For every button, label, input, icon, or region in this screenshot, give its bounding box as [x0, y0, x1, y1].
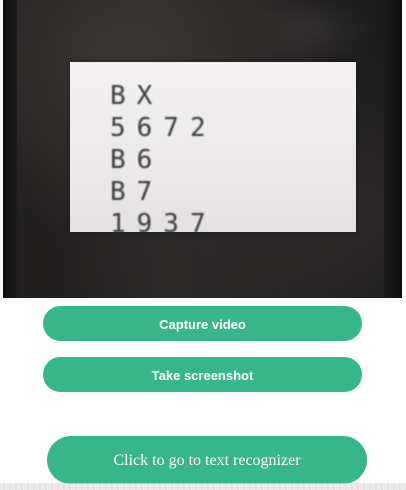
frame-left-edge — [3, 0, 17, 298]
frame-right-edge — [384, 0, 402, 298]
label-line-4: B7 — [110, 177, 164, 207]
camera-video-preview: BX 5672 B6 B7 1937 — [3, 0, 402, 298]
take-screenshot-button[interactable]: Take screenshot — [43, 357, 362, 392]
label-line-2: 5672 — [110, 113, 217, 143]
paper-label: BX 5672 B6 B7 1937 — [70, 62, 356, 239]
label-line-3: B6 — [110, 145, 164, 175]
frame-light-reflection — [243, 0, 383, 60]
go-to-text-recognizer-button[interactable]: Click to go to text recognizer — [47, 436, 367, 484]
capture-video-button[interactable]: Capture video — [43, 306, 362, 341]
bottom-edge-strip — [0, 483, 406, 490]
label-line-5: 1937 — [110, 209, 217, 239]
label-text: BX 5672 B6 B7 1937 — [110, 80, 217, 240]
label-line-1: BX — [110, 81, 164, 111]
